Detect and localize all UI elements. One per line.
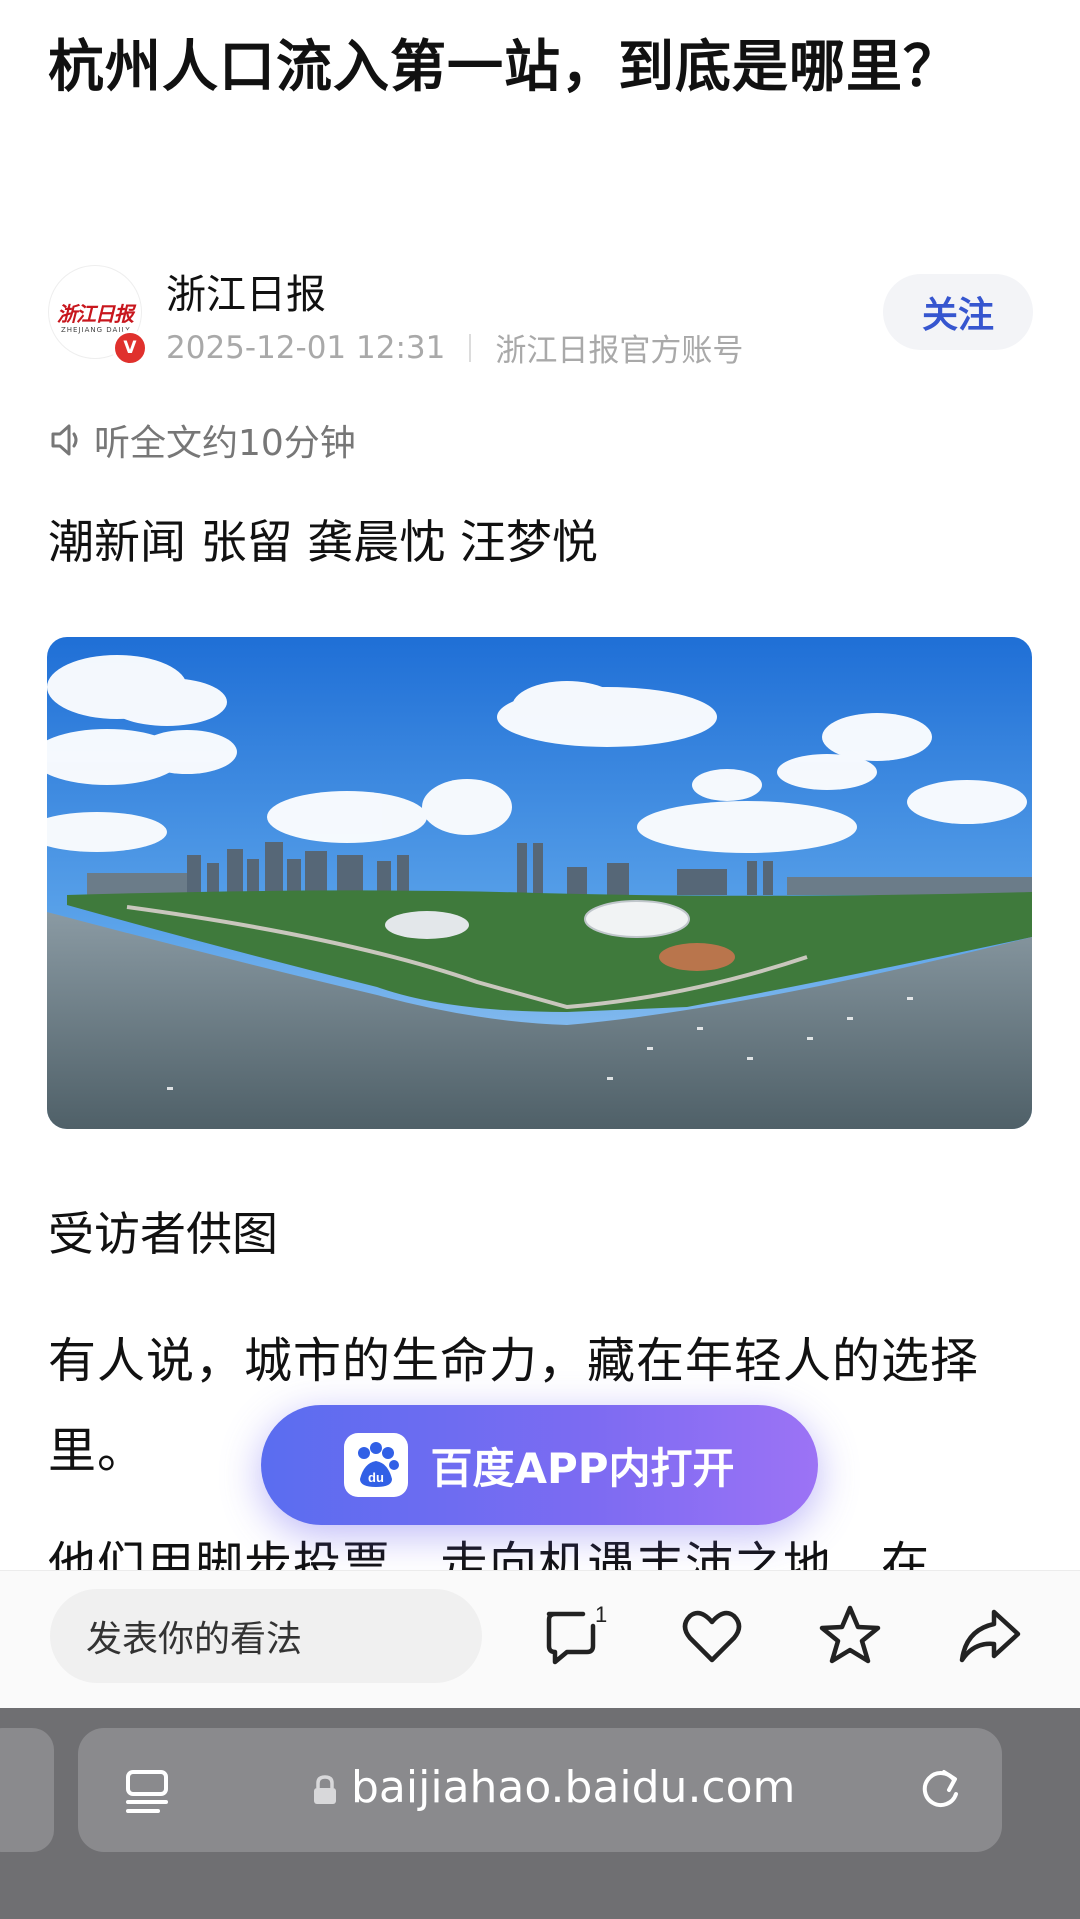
heart-icon xyxy=(682,1610,742,1663)
speaker-icon xyxy=(51,424,78,456)
baidu-paw-icon: du xyxy=(344,1433,409,1497)
publish-date: 2025-12-01 12:31 xyxy=(166,329,446,366)
listen-full-text-button[interactable]: 听全文约10分钟 xyxy=(50,414,356,466)
verified-badge-icon: V xyxy=(112,330,148,366)
image-caption: 受访者供图 xyxy=(48,1207,278,1261)
comment-button[interactable]: 1 xyxy=(537,1600,609,1672)
share-icon xyxy=(959,1609,1021,1663)
meta-divider xyxy=(469,333,472,362)
article-title: 杭州人口流入第一站，到底是哪里？ xyxy=(48,35,960,100)
account-meta: 2025-12-01 12:31 浙江日报官方账号 xyxy=(166,325,743,370)
open-app-label: 百度APP内打开 xyxy=(430,1443,735,1493)
follow-button[interactable]: 关注 xyxy=(883,274,1033,350)
reload-icon[interactable] xyxy=(916,1762,966,1814)
comment-input[interactable]: 发表你的看法 xyxy=(50,1589,482,1683)
logo-text: 浙江日报 xyxy=(57,301,134,326)
lock-icon xyxy=(314,1775,336,1804)
star-icon xyxy=(819,1605,881,1664)
share-button[interactable] xyxy=(954,1600,1026,1672)
account-description: 浙江日报官方账号 xyxy=(495,333,744,369)
address-bar[interactable]: baijiahao.baidu.com xyxy=(78,1728,1002,1852)
like-button[interactable] xyxy=(676,1600,748,1672)
previous-tab-preview[interactable] xyxy=(0,1728,54,1852)
article-authors: 潮新闻 张留 龚晨忱 汪梦悦 xyxy=(48,515,598,569)
hangzhou-skyline-image xyxy=(47,637,1032,1129)
url-text: baijiahao.baidu.com xyxy=(351,1762,796,1813)
account-name[interactable]: 浙江日报 xyxy=(166,262,326,320)
page-menu-icon[interactable] xyxy=(122,1766,172,1816)
comment-icon: 1 xyxy=(546,1602,607,1665)
listen-label: 听全文约10分钟 xyxy=(94,423,356,464)
article-hero-image[interactable] xyxy=(47,637,1032,1129)
article-paragraph-partial: 他们用脚步投票，走向机遇丰沛之地，在 xyxy=(48,1530,1038,1570)
paragraph-text: 他们用脚步投票，走向机遇丰沛之地，在 xyxy=(48,1537,931,1570)
svg-text:du: du xyxy=(369,1470,385,1485)
svg-text:1: 1 xyxy=(595,1602,607,1627)
open-in-baidu-app-button[interactable]: du 百度APP内打开 xyxy=(261,1405,818,1525)
favorite-button[interactable] xyxy=(814,1600,886,1672)
